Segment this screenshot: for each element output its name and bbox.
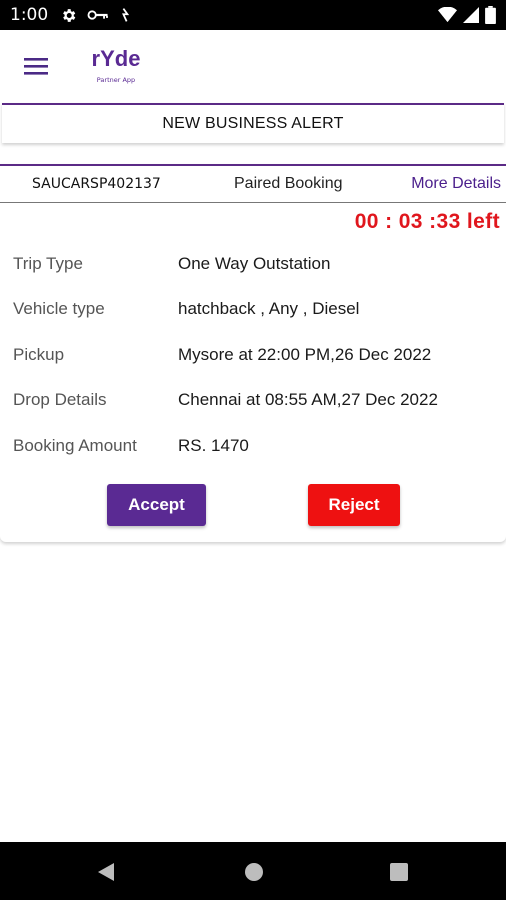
app-bar: rYde Partner App xyxy=(0,30,506,102)
status-bar: 1:00 xyxy=(0,0,506,30)
app-logo: rYde Partner App xyxy=(92,46,141,84)
menu-icon[interactable] xyxy=(24,56,48,76)
system-nav-bar xyxy=(0,842,506,900)
home-icon[interactable] xyxy=(244,862,264,882)
status-icons-right xyxy=(438,6,496,24)
detail-label: Booking Amount xyxy=(13,436,137,455)
detail-value: hatchback , Any , Diesel xyxy=(178,299,360,318)
gear-icon xyxy=(63,8,76,22)
detail-label: Trip Type xyxy=(13,254,83,273)
key-icon xyxy=(87,10,109,20)
booking-card: SAUCARSP402137 Paired Booking More Detai… xyxy=(0,164,506,542)
alert-header-card: NEW BUSINESS ALERT xyxy=(2,103,504,143)
status-time: 1:00 xyxy=(10,5,49,25)
booking-card-header: SAUCARSP402137 Paired Booking More Detai… xyxy=(0,166,506,203)
detail-row-drop-details: Drop Details Chennai at 08:55 AM,27 Dec … xyxy=(0,390,506,416)
detail-value: One Way Outstation xyxy=(178,254,331,273)
detail-value: Chennai at 08:55 AM,27 Dec 2022 xyxy=(178,390,438,409)
recent-apps-icon[interactable] xyxy=(390,863,408,881)
detail-row-booking-amount: Booking Amount RS. 1470 xyxy=(0,436,506,462)
more-details-link[interactable]: More Details xyxy=(411,175,501,193)
detail-label: Vehicle type xyxy=(13,299,105,318)
detail-label: Pickup xyxy=(13,345,65,364)
logo-text: rYde xyxy=(92,46,141,71)
detail-label: Drop Details xyxy=(13,390,107,409)
alert-title: NEW BUSINESS ALERT xyxy=(162,115,344,132)
reject-button[interactable]: Reject xyxy=(308,484,400,526)
booking-id: SAUCARSP402137 xyxy=(32,176,161,192)
wifi-icon xyxy=(438,7,457,23)
detail-value: RS. 1470 xyxy=(178,436,249,455)
detail-row-vehicle-type: Vehicle type hatchback , Any , Diesel xyxy=(0,299,506,325)
countdown-timer: 00 : 03 :33 left xyxy=(354,210,500,233)
booking-type-label: Paired Booking xyxy=(234,175,343,192)
status-icons-left xyxy=(60,7,131,24)
detail-value: Mysore at 22:00 PM,26 Dec 2022 xyxy=(178,345,432,364)
logo-subtext: Partner App xyxy=(97,76,135,84)
detail-row-trip-type: Trip Type One Way Outstation xyxy=(0,254,506,280)
battery-icon xyxy=(485,6,496,24)
data-icon xyxy=(122,8,130,22)
accept-button[interactable]: Accept xyxy=(107,484,206,526)
signal-icon xyxy=(463,7,479,23)
back-icon[interactable] xyxy=(97,862,115,882)
detail-row-pickup: Pickup Mysore at 22:00 PM,26 Dec 2022 xyxy=(0,345,506,371)
